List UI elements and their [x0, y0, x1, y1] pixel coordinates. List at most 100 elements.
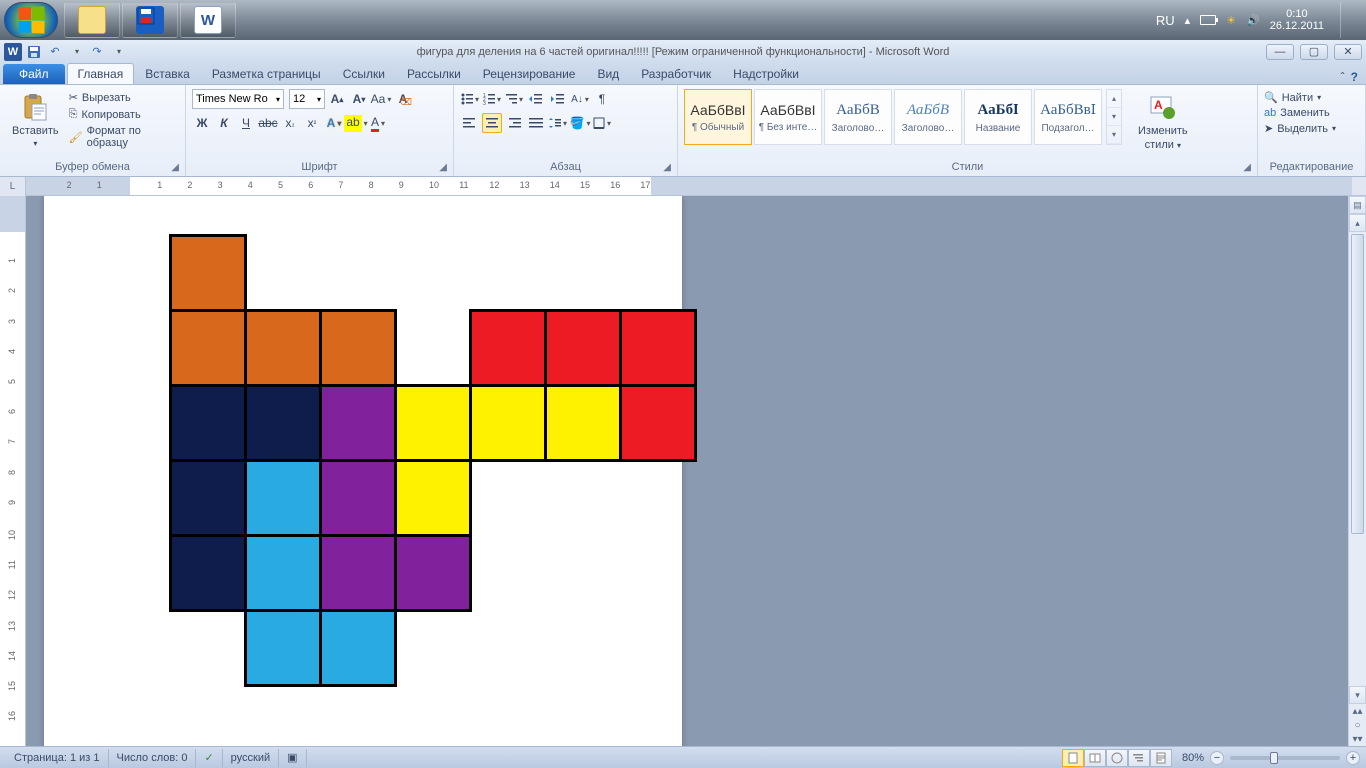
- highlight-button[interactable]: ab: [346, 113, 366, 133]
- style-item[interactable]: АаБбВЗаголово…: [824, 89, 892, 145]
- bold-button[interactable]: Ж: [192, 113, 212, 133]
- minimize-button[interactable]: —: [1266, 44, 1294, 60]
- shape-cell[interactable]: [619, 384, 697, 462]
- strike-button[interactable]: abc: [258, 113, 278, 133]
- scroll-track[interactable]: [1349, 232, 1366, 686]
- undo-icon[interactable]: ↶: [46, 43, 64, 61]
- shape-cell[interactable]: [619, 309, 697, 387]
- view-full-screen[interactable]: [1084, 749, 1106, 767]
- superscript-button[interactable]: x²: [302, 113, 322, 133]
- shape-cell[interactable]: [169, 309, 247, 387]
- browse-object-button[interactable]: ○: [1349, 718, 1366, 732]
- tab-разметка-страницы[interactable]: Разметка страницы: [201, 63, 332, 84]
- dialog-launcher-icon[interactable]: ◢: [1243, 162, 1251, 173]
- zoom-out-button[interactable]: −: [1210, 751, 1224, 765]
- underline-button[interactable]: Ч: [236, 113, 256, 133]
- file-tab[interactable]: Файл: [3, 64, 65, 84]
- styles-gallery[interactable]: АаБбВвI¶ ОбычныйАаБбВвI¶ Без инте…АаБбВЗ…: [684, 89, 1102, 145]
- undo-dropdown-icon[interactable]: [67, 43, 85, 61]
- save-icon[interactable]: [25, 43, 43, 61]
- shape-cell[interactable]: [394, 459, 472, 537]
- shape-cell[interactable]: [544, 309, 622, 387]
- shape-cell[interactable]: [319, 384, 397, 462]
- zoom-level[interactable]: 80%: [1182, 752, 1204, 764]
- shape-cell[interactable]: [244, 534, 322, 612]
- help-icon[interactable]: ?: [1351, 70, 1358, 84]
- paste-button[interactable]: Вставить ▾: [6, 89, 65, 150]
- tab-вставка[interactable]: Вставка: [134, 63, 201, 84]
- font-name-combo[interactable]: Times New Ro▾: [192, 89, 284, 109]
- tab-selector[interactable]: L: [0, 177, 26, 196]
- shape-cell[interactable]: [319, 309, 397, 387]
- grow-font-button[interactable]: A▴: [327, 89, 347, 109]
- style-scroll-down[interactable]: ▾: [1107, 108, 1121, 126]
- dialog-launcher-icon[interactable]: ◢: [171, 162, 179, 173]
- tab-вид[interactable]: Вид: [586, 63, 630, 84]
- ribbon-minimize-icon[interactable]: ˆ: [1341, 70, 1345, 84]
- shape-cell[interactable]: [319, 609, 397, 687]
- word-app-icon[interactable]: W: [4, 43, 22, 61]
- qat-customize-icon[interactable]: [109, 43, 127, 61]
- replace-button[interactable]: abЗаменить: [1264, 107, 1330, 119]
- change-case-button[interactable]: Aa: [371, 89, 391, 109]
- shading-button[interactable]: 🪣: [570, 113, 590, 133]
- align-right-button[interactable]: [504, 113, 524, 133]
- bullets-button[interactable]: [460, 89, 480, 109]
- view-print-layout[interactable]: [1062, 749, 1084, 767]
- status-spellcheck[interactable]: ✓: [196, 749, 222, 767]
- dialog-launcher-icon[interactable]: ◢: [439, 162, 447, 173]
- font-size-combo[interactable]: 12▾: [289, 89, 325, 109]
- multilevel-button[interactable]: [504, 89, 524, 109]
- zoom-in-button[interactable]: +: [1346, 751, 1360, 765]
- style-item[interactable]: АаБбВвI¶ Без инте…: [754, 89, 822, 145]
- shape-cell[interactable]: [244, 309, 322, 387]
- show-marks-button[interactable]: ¶: [592, 89, 612, 109]
- zoom-slider[interactable]: [1230, 756, 1340, 760]
- start-button[interactable]: [4, 2, 58, 38]
- language-indicator[interactable]: RU: [1156, 13, 1175, 28]
- view-outline[interactable]: [1128, 749, 1150, 767]
- prev-page-button[interactable]: ▴▴: [1349, 704, 1366, 718]
- align-center-button[interactable]: [482, 113, 502, 133]
- shape-cell[interactable]: [244, 384, 322, 462]
- shape-cell[interactable]: [244, 609, 322, 687]
- horizontal-ruler[interactable]: 211234567891011121314151617: [26, 177, 1366, 195]
- battery-icon[interactable]: [1200, 15, 1216, 25]
- font-color-button[interactable]: A: [368, 113, 388, 133]
- maximize-button[interactable]: ▢: [1300, 44, 1328, 60]
- tab-разработчик[interactable]: Разработчик: [630, 63, 722, 84]
- status-words[interactable]: Число слов: 0: [109, 749, 197, 767]
- tab-главная[interactable]: Главная: [67, 63, 135, 84]
- align-left-button[interactable]: [460, 113, 480, 133]
- taskbar-item-word[interactable]: W: [180, 2, 236, 38]
- justify-button[interactable]: [526, 113, 546, 133]
- view-web[interactable]: [1106, 749, 1128, 767]
- taskbar-item-notes[interactable]: [64, 2, 120, 38]
- style-expand[interactable]: ▾: [1107, 126, 1121, 144]
- zoom-thumb[interactable]: [1270, 752, 1278, 764]
- copy-button[interactable]: ⎘Копировать: [69, 108, 179, 121]
- style-item[interactable]: АаБбIНазвание: [964, 89, 1032, 145]
- shrink-font-button[interactable]: A▾: [349, 89, 369, 109]
- italic-button[interactable]: К: [214, 113, 234, 133]
- shape-cell[interactable]: [169, 459, 247, 537]
- redo-icon[interactable]: ↷: [88, 43, 106, 61]
- select-button[interactable]: ➤Выделить ▾: [1264, 122, 1336, 135]
- subscript-button[interactable]: x₂: [280, 113, 300, 133]
- numbering-button[interactable]: 123: [482, 89, 502, 109]
- scroll-thumb[interactable]: [1351, 234, 1364, 534]
- format-painter-button[interactable]: 🖌Формат по образцу: [69, 125, 179, 149]
- shape-cell[interactable]: [469, 384, 547, 462]
- increase-indent-button[interactable]: [548, 89, 568, 109]
- document-canvas[interactable]: ▤ ▴ ▾ ▴▴ ○ ▾▾: [26, 196, 1366, 746]
- shape-cell[interactable]: [394, 384, 472, 462]
- volume-icon[interactable]: 🔊: [1246, 14, 1260, 27]
- tab-ссылки[interactable]: Ссылки: [332, 63, 396, 84]
- cut-button[interactable]: ✂Вырезать: [69, 91, 179, 104]
- shape-cell[interactable]: [469, 309, 547, 387]
- tab-рассылки[interactable]: Рассылки: [396, 63, 472, 84]
- sort-button[interactable]: A↓: [570, 89, 590, 109]
- line-spacing-button[interactable]: [548, 113, 568, 133]
- find-button[interactable]: 🔍Найти ▾: [1264, 91, 1321, 104]
- shape-cell[interactable]: [319, 534, 397, 612]
